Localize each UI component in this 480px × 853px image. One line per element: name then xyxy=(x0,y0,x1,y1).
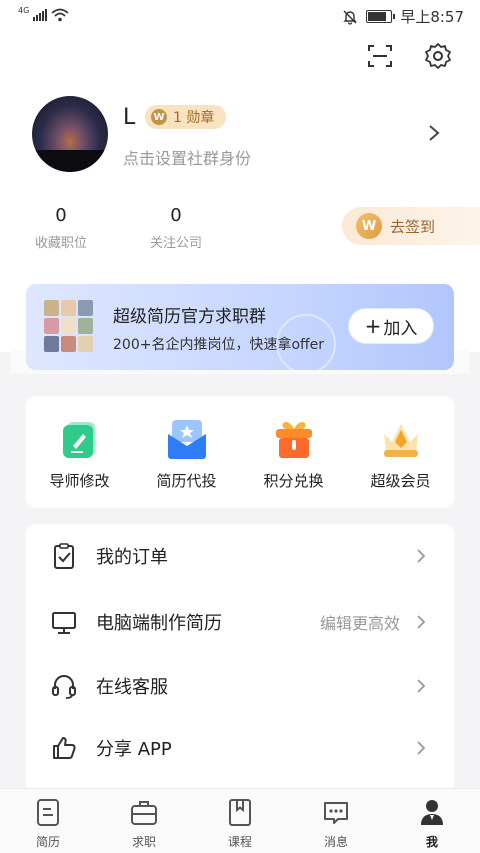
profile-subtitle[interactable]: 点击设置社群身份 xyxy=(123,145,251,169)
user-name: L xyxy=(123,105,136,130)
resume-doc-icon xyxy=(37,799,59,826)
tab-label: 课程 xyxy=(227,835,252,849)
tab-jobs[interactable]: 求职 xyxy=(96,789,192,853)
tool-label: 简历代投 xyxy=(156,472,217,490)
profile-person-icon xyxy=(421,800,443,825)
scan-icon[interactable] xyxy=(366,42,394,70)
message-bubble-icon xyxy=(324,802,348,824)
chevron-right-icon xyxy=(417,679,426,693)
plus-icon: + xyxy=(364,314,382,338)
signal-icon xyxy=(33,9,48,21)
tools-card: 导师修改 简历代投 积分兑换 超级会员 xyxy=(26,396,454,508)
menu-item-my-orders[interactable]: 我的订单 xyxy=(26,524,454,588)
tab-courses[interactable]: 课程 xyxy=(192,789,288,853)
tab-label: 求职 xyxy=(131,835,156,849)
network-type-label: 4G xyxy=(18,5,30,15)
medal-icon: W xyxy=(151,109,167,125)
tool-resume-delivery[interactable]: 简历代投 xyxy=(133,396,240,508)
status-bar: 4G 早上8:57 xyxy=(0,0,480,34)
points-gift-icon xyxy=(275,422,312,458)
headset-icon xyxy=(52,675,76,699)
bottom-tab-bar: 简历 求职 课程 消息 我 xyxy=(0,788,480,853)
desktop-monitor-icon xyxy=(52,612,76,634)
tool-super-vip[interactable]: 超级会员 xyxy=(347,396,454,508)
menu-item-hint: 编辑更高效 xyxy=(319,614,400,633)
course-book-icon xyxy=(229,799,251,826)
chevron-right-icon xyxy=(417,615,426,629)
stat-value: 0 xyxy=(55,205,67,226)
menu-item-share-app[interactable]: 分享 APP xyxy=(26,716,454,780)
tab-label: 我 xyxy=(425,835,438,849)
avatar[interactable] xyxy=(32,96,108,172)
banner-subtitle: 200+名企内推岗位，快速拿offer xyxy=(113,337,325,353)
tool-mentor-edit[interactable]: 导师修改 xyxy=(26,396,133,508)
vip-crown-icon xyxy=(383,424,418,457)
chevron-right-icon xyxy=(417,741,426,755)
order-clipboard-icon xyxy=(54,543,74,569)
stat-label: 关注公司 xyxy=(149,236,202,251)
tab-label: 简历 xyxy=(35,835,60,849)
mentor-edit-icon xyxy=(62,422,95,458)
job-group-banner[interactable]: 超级简历官方求职群 200+名企内推岗位，快速拿offer + 加入 xyxy=(26,284,454,370)
menu-item-label: 电脑端制作简历 xyxy=(96,613,222,634)
header-actions xyxy=(366,42,452,70)
join-group-button[interactable]: + 加入 xyxy=(348,308,434,344)
menu-item-desktop-resume[interactable]: 电脑端制作简历 编辑更高效 xyxy=(26,590,454,654)
stat-value: 0 xyxy=(170,205,182,226)
resume-delivery-icon xyxy=(167,420,206,459)
checkin-label: 去签到 xyxy=(390,217,436,236)
menu-item-online-support[interactable]: 在线客服 xyxy=(26,654,454,718)
settings-gear-icon[interactable] xyxy=(424,42,452,70)
medal-badge-label: 1 勋章 xyxy=(173,110,215,126)
menu-item-label: 在线客服 xyxy=(96,677,168,698)
stat-saved-jobs[interactable]: 0 收藏职位 xyxy=(30,205,92,251)
tab-label: 消息 xyxy=(323,835,348,849)
chevron-right-icon xyxy=(417,549,426,563)
mute-bell-icon xyxy=(343,10,358,25)
join-button-label: 加入 xyxy=(383,318,418,339)
medal-badge[interactable]: W 1 勋章 xyxy=(145,105,227,129)
group-avatars-collage xyxy=(44,300,94,352)
wifi-icon xyxy=(51,8,69,22)
stat-followed-companies[interactable]: 0 关注公司 xyxy=(145,205,207,251)
chevron-right-icon[interactable] xyxy=(428,124,440,142)
tab-resume[interactable]: 简历 xyxy=(0,789,96,853)
briefcase-icon xyxy=(131,801,157,825)
tool-label: 导师修改 xyxy=(49,472,110,490)
tool-label: 积分兑换 xyxy=(263,472,324,490)
checkin-button[interactable]: W 去签到 xyxy=(342,207,480,245)
stat-label: 收藏职位 xyxy=(34,236,87,251)
tab-messages[interactable]: 消息 xyxy=(288,789,384,853)
battery-icon xyxy=(366,10,396,23)
tool-label: 超级会员 xyxy=(370,472,431,490)
status-time: 早上8:57 xyxy=(400,8,464,26)
tab-profile[interactable]: 我 xyxy=(384,789,480,853)
thumbs-up-icon xyxy=(53,737,76,759)
menu-item-label: 分享 APP xyxy=(96,739,172,760)
tool-points-exchange[interactable]: 积分兑换 xyxy=(240,396,347,508)
menu-card: 我的订单 电脑端制作简历 编辑更高效 在线客服 分享 APP xyxy=(26,524,454,794)
menu-item-label: 我的订单 xyxy=(96,547,168,568)
banner-title: 超级简历官方求职群 xyxy=(113,307,266,327)
checkin-coin-icon: W xyxy=(356,213,382,239)
